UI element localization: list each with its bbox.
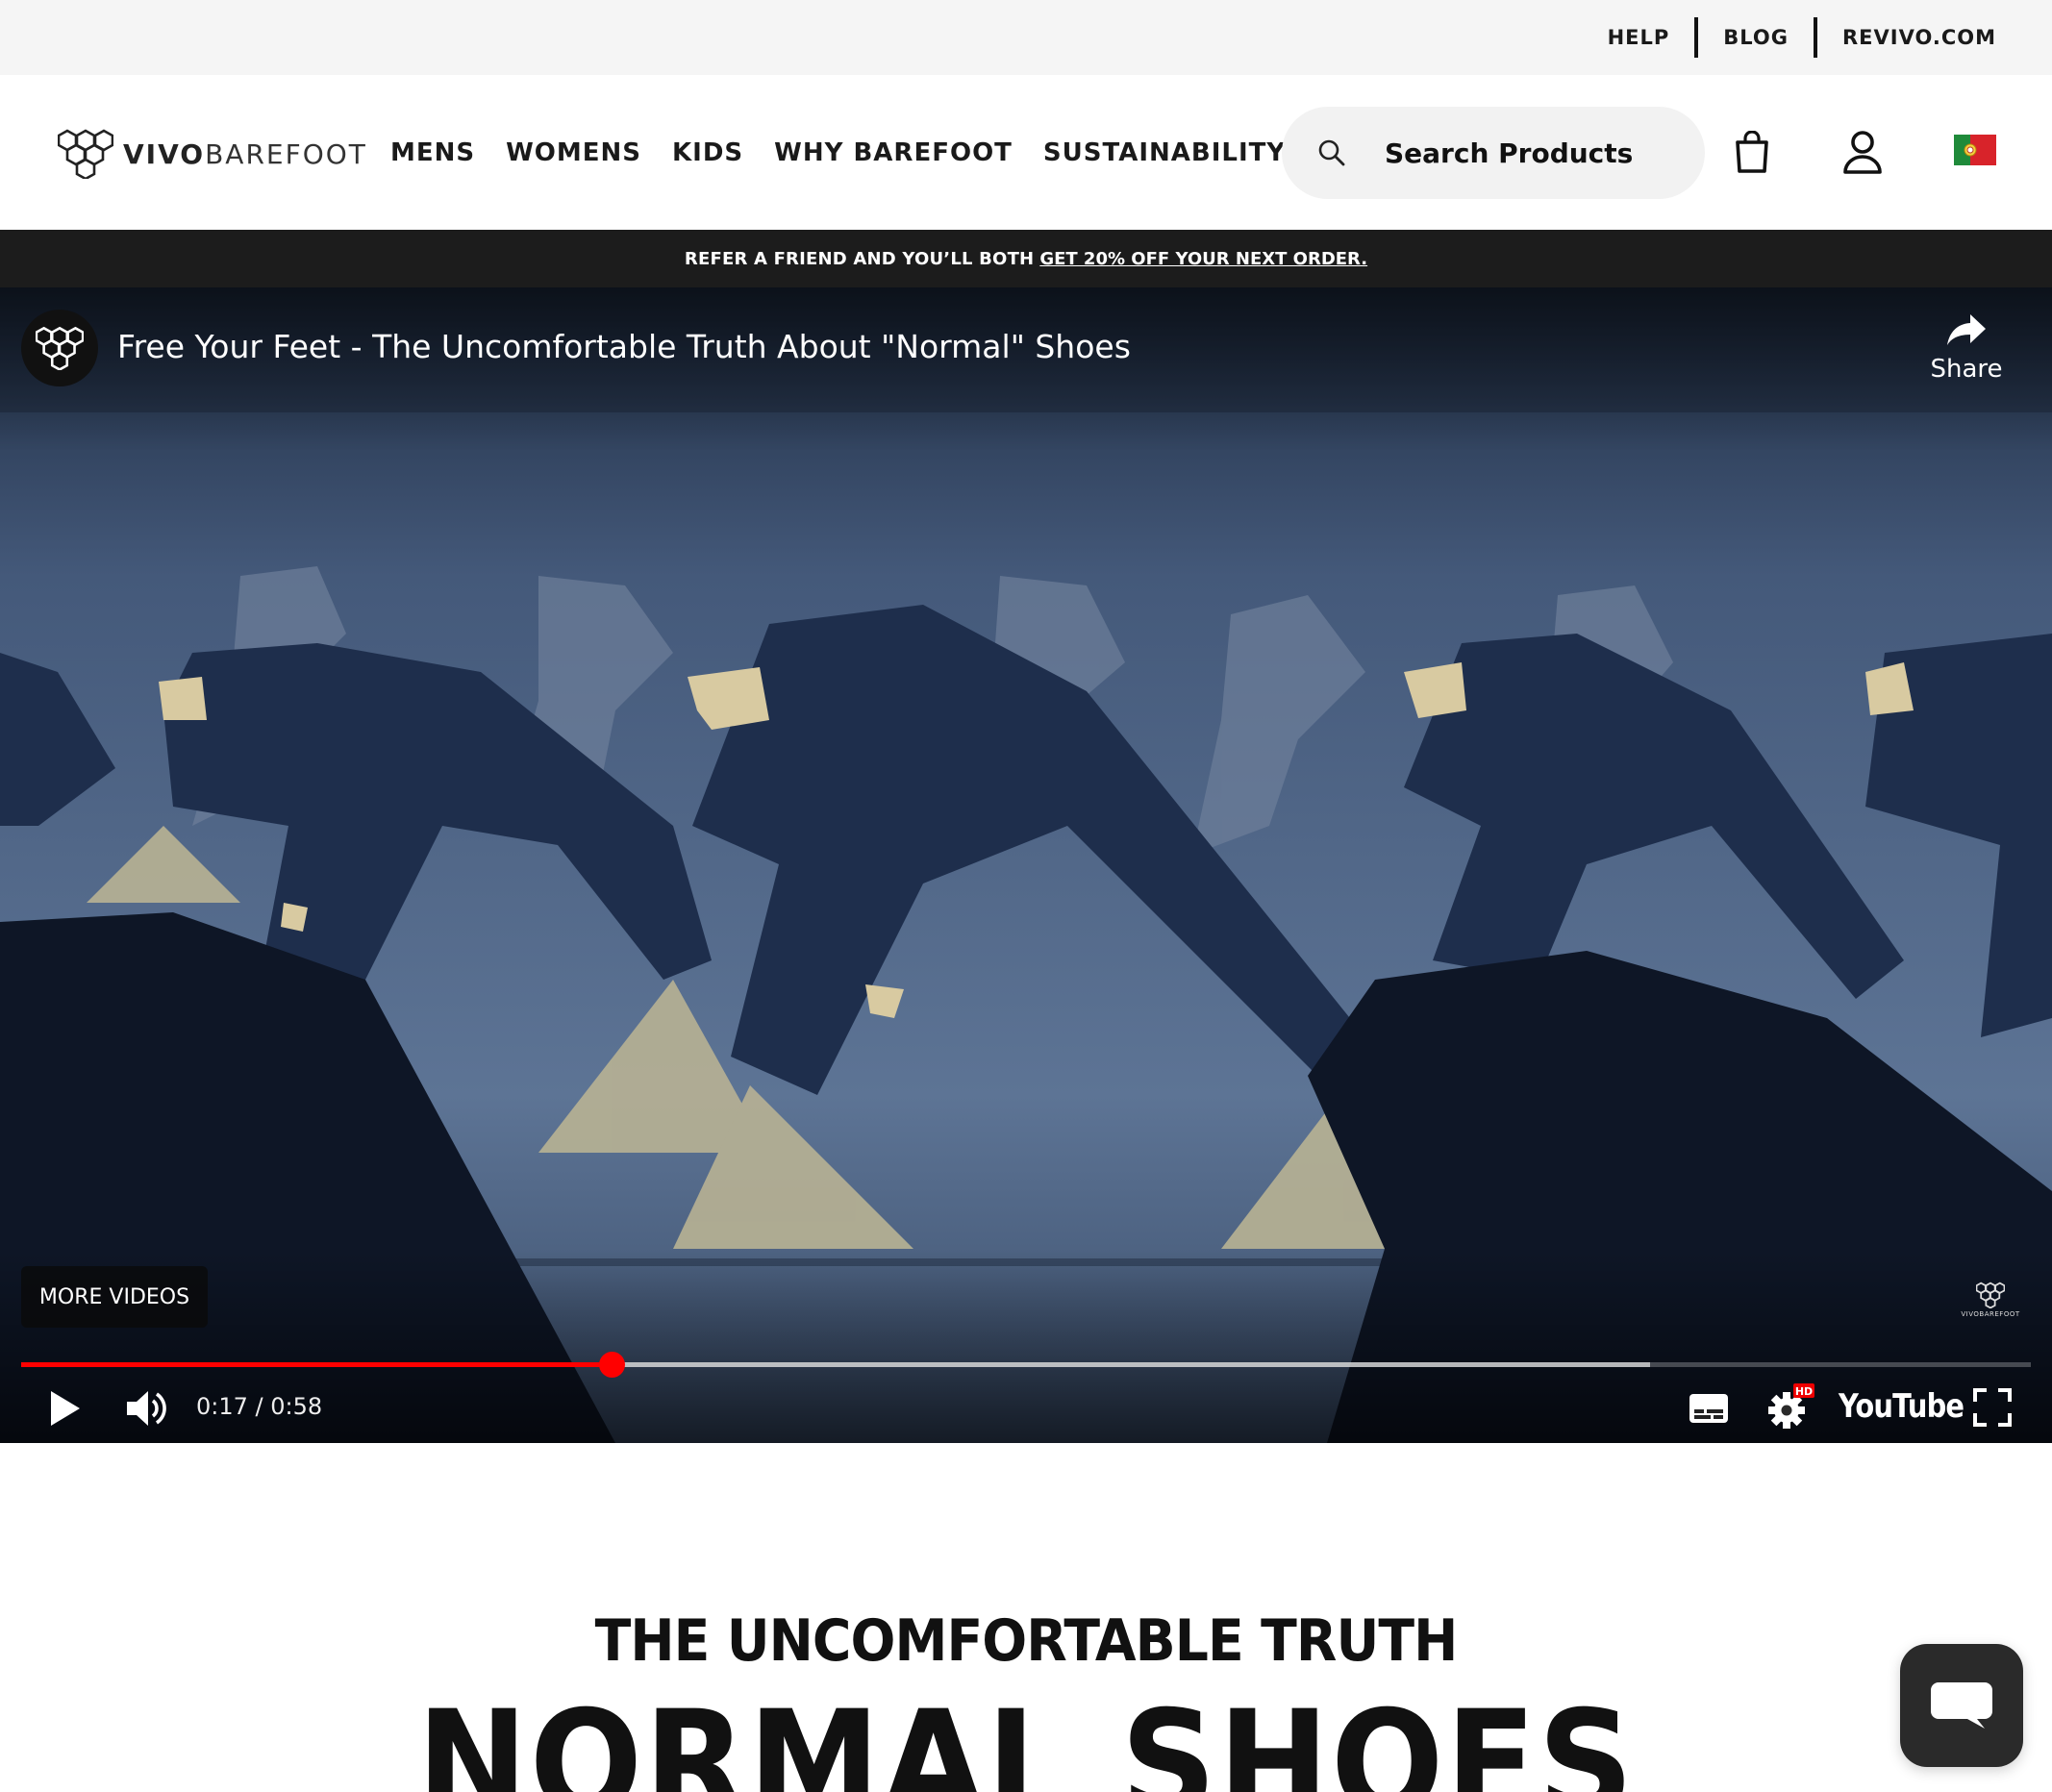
- time-display: 0:17 / 0:58: [196, 1393, 323, 1420]
- progress-bar[interactable]: [21, 1352, 2031, 1378]
- nav-item-womens[interactable]: WOMENS: [506, 138, 641, 167]
- hexagon-logo-icon: [58, 129, 113, 179]
- nav-item-sustainability[interactable]: SUSTAINABILITY: [1043, 138, 1286, 167]
- settings-button[interactable]: HD: [1764, 1381, 1817, 1431]
- hexagon-logo-icon: [1976, 1282, 2005, 1308]
- captions-icon: [1689, 1394, 1728, 1423]
- page-headline: NORMAL SHOES: [416, 1680, 1636, 1792]
- main-header: VIVOBAREFOOT MENS WOMENS KIDS WHY BAREFO…: [0, 75, 2052, 230]
- utility-links: HELP BLOG REVIVO.COM: [1583, 0, 1996, 75]
- volume-button[interactable]: [123, 1385, 171, 1431]
- progress-played: [21, 1362, 612, 1367]
- account-icon: [1843, 131, 1882, 174]
- portugal-flag-icon: [1954, 135, 1996, 165]
- main-nav: MENS WOMENS KIDS WHY BAREFOOT SUSTAINABI…: [390, 75, 1286, 230]
- utility-bar: HELP BLOG REVIVO.COM: [0, 0, 2052, 75]
- channel-watermark[interactable]: VIVOBAREFOOT: [1961, 1282, 2020, 1318]
- video-player[interactable]: Free Your Feet - The Uncomfortable Truth…: [0, 287, 2052, 1443]
- promo-link[interactable]: GET 20% OFF YOUR NEXT ORDER.: [1039, 249, 1367, 269]
- fullscreen-icon: [1973, 1388, 2012, 1427]
- captions-button[interactable]: [1687, 1389, 1731, 1428]
- search-input[interactable]: [1385, 137, 1692, 169]
- revivo-link[interactable]: REVIVO.COM: [1817, 26, 1996, 49]
- chat-button[interactable]: [1900, 1644, 2023, 1767]
- progress-scrubber-handle[interactable]: [598, 1352, 625, 1378]
- page-heading: THE UNCOMFORTABLE TRUTH: [594, 1607, 1459, 1675]
- nav-item-kids[interactable]: KIDS: [672, 138, 743, 167]
- search-box[interactable]: [1282, 107, 1705, 199]
- share-arrow-icon: [1947, 314, 1986, 345]
- nav-item-mens[interactable]: MENS: [390, 138, 475, 167]
- play-icon: [51, 1391, 80, 1426]
- more-videos-button[interactable]: MORE VIDEOS: [21, 1266, 208, 1328]
- video-top-shade: [0, 287, 2052, 451]
- hexagon-logo-icon: [36, 326, 84, 370]
- video-title[interactable]: Free Your Feet - The Uncomfortable Truth…: [117, 328, 1131, 365]
- brand-wordmark: VIVOBAREFOOT: [123, 137, 367, 170]
- blog-link[interactable]: BLOG: [1698, 26, 1814, 49]
- country-selector[interactable]: [1954, 135, 1996, 165]
- fullscreen-button[interactable]: [1971, 1386, 2014, 1429]
- volume-icon: [127, 1391, 166, 1426]
- gear-icon: HD: [1768, 1383, 1814, 1429]
- search-icon[interactable]: [1317, 138, 1346, 167]
- watermark-text: VIVOBAREFOOT: [1961, 1310, 2020, 1318]
- nav-item-why-barefoot[interactable]: WHY BAREFOOT: [774, 138, 1013, 167]
- help-link[interactable]: HELP: [1583, 26, 1695, 49]
- hd-badge: HD: [1795, 1385, 1813, 1398]
- share-button[interactable]: Share: [1923, 312, 2010, 384]
- share-label: Share: [1930, 355, 2003, 384]
- youtube-logo[interactable]: YouTube: [1839, 1387, 1964, 1426]
- promo-text: REFER A FRIEND AND YOU’LL BOTH: [684, 248, 1035, 269]
- chat-bubble-icon: [1931, 1682, 1992, 1729]
- shopping-bag-icon: [1736, 131, 1768, 173]
- account-button[interactable]: [1840, 128, 1885, 176]
- channel-avatar[interactable]: [21, 310, 98, 386]
- play-button[interactable]: [46, 1385, 85, 1431]
- shopping-bag-button[interactable]: [1731, 129, 1773, 175]
- brand-logo[interactable]: VIVOBAREFOOT: [58, 129, 367, 179]
- promo-banner: REFER A FRIEND AND YOU’LL BOTH GET 20% O…: [0, 230, 2052, 287]
